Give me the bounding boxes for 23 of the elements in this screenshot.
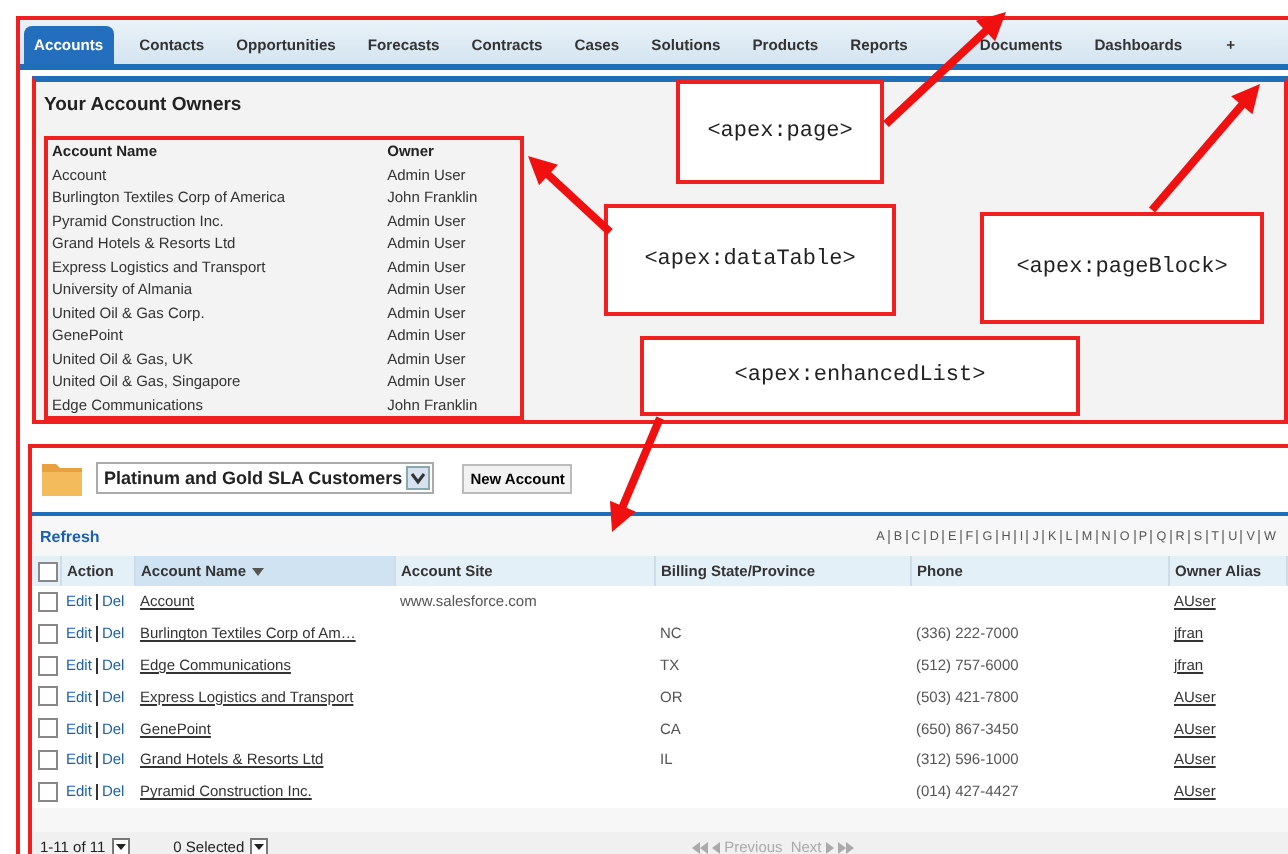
row-checkbox[interactable] (38, 655, 58, 675)
pointer-arrow (609, 416, 664, 532)
dropdown-arrow-icon[interactable] (111, 838, 130, 854)
row-checkbox[interactable] (38, 749, 58, 770)
callout-label: <apex:dataTable> (604, 204, 896, 316)
row-checkbox[interactable] (38, 686, 58, 707)
callout-label: <apex:page> (676, 80, 884, 184)
folder-icon (40, 458, 84, 498)
row-checkbox[interactable] (38, 591, 58, 612)
view-dropdown[interactable]: Platinum and Gold SLA Customers (96, 462, 435, 494)
row-checkbox[interactable] (38, 781, 58, 802)
view-name: Platinum and Gold SLA Customers (104, 468, 403, 488)
dropdown-arrow-icon[interactable] (250, 838, 269, 854)
callout-label: <apex:enhancedList> (640, 336, 1080, 416)
sort-arrow-icon (252, 567, 265, 575)
block-title: Your Account Owners (44, 94, 244, 116)
row-checkbox[interactable] (38, 718, 58, 739)
callout-label: <apex:pageBlock> (980, 212, 1264, 324)
pointer-arrow (1148, 84, 1260, 213)
refresh-link[interactable]: Refresh (40, 527, 100, 545)
pointer-arrow (528, 156, 613, 235)
select-all-checkbox[interactable] (38, 561, 58, 581)
row-checkbox[interactable] (38, 623, 58, 644)
